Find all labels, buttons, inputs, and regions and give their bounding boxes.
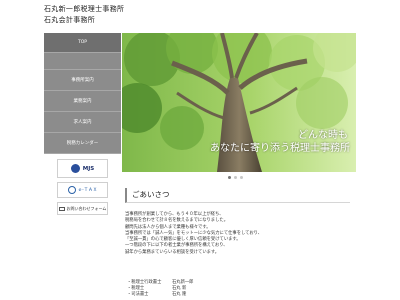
staff-role: ・司法書士 (127, 292, 149, 298)
nav-item-recruit[interactable]: 求人案内 (44, 112, 121, 133)
hero-tagline: あなたに寄り添う税理士事務所 (210, 143, 350, 154)
staff-row: ・司法書士 石丸 隆 (127, 292, 193, 298)
contact-form-label: お問い合わせフォーム (66, 205, 107, 211)
sidebar: TOP 事務所案内 業務案内 求人案内 税務カレンダー MJS ｅ-ＴＡＸ お問… (44, 33, 121, 300)
office-subname: 石丸会計事務所 (44, 16, 96, 24)
greeting-body: 当事務所が創業してから、もう４０年以上が経ち、 税務局を合わせて計８名を数えるま… (125, 212, 355, 256)
slider-dot-2[interactable] (234, 176, 237, 179)
etax-banner-label: ｅ-ＴＡＸ (77, 188, 98, 193)
nav-divider (44, 53, 121, 70)
nav-item-calendar[interactable]: 税務カレンダー (44, 133, 121, 154)
slider-dot-3[interactable] (240, 176, 243, 179)
nav-item-label: 事務所案内 (71, 78, 94, 83)
greeting-heading: ごあいさつ (125, 188, 350, 203)
site-header: 石丸新一郎税理士事務所 石丸会計事務所 (44, 4, 244, 26)
main-nav: TOP 事務所案内 業務案内 求人案内 税務カレンダー (44, 33, 121, 154)
contact-form-banner[interactable]: お問い合わせフォーム (57, 202, 108, 215)
mjs-logo-icon (70, 164, 80, 173)
nav-item-label: TOP (77, 40, 87, 45)
etax-logo-icon (67, 186, 76, 194)
nav-item-top[interactable]: TOP (44, 33, 121, 53)
nav-item-label: 税務カレンダー (66, 141, 99, 146)
nav-item-label: 求人案内 (73, 120, 92, 125)
nav-item-office[interactable]: 事務所案内 (44, 70, 121, 91)
envelope-icon (58, 206, 65, 211)
office-name[interactable]: 石丸新一郎税理士事務所 (44, 4, 244, 15)
banner-list: MJS ｅ-ＴＡＸ お問い合わせフォーム (44, 154, 121, 215)
slider-dot-1[interactable] (228, 176, 231, 179)
slider-dots (228, 176, 243, 179)
etax-banner[interactable]: ｅ-ＴＡＸ (57, 182, 108, 198)
greeting-paragraph: 誠年から業務まていらいる相談を受けています。 (125, 249, 220, 255)
mjs-banner[interactable]: MJS (57, 159, 108, 178)
nav-item-label: 業務案内 (73, 99, 92, 104)
staff-name: 石丸 隆 (172, 292, 187, 298)
mjs-banner-label: MJS (82, 165, 95, 172)
nav-item-services[interactable]: 業務案内 (44, 91, 121, 112)
staff-list: ・税理士行政書士 石丸新一郎 ・税理士 石丸 新 ・司法書士 石丸 隆 (127, 280, 193, 299)
hero-slider: どんな時も あなたに寄り添う税理士事務所 (122, 33, 356, 172)
